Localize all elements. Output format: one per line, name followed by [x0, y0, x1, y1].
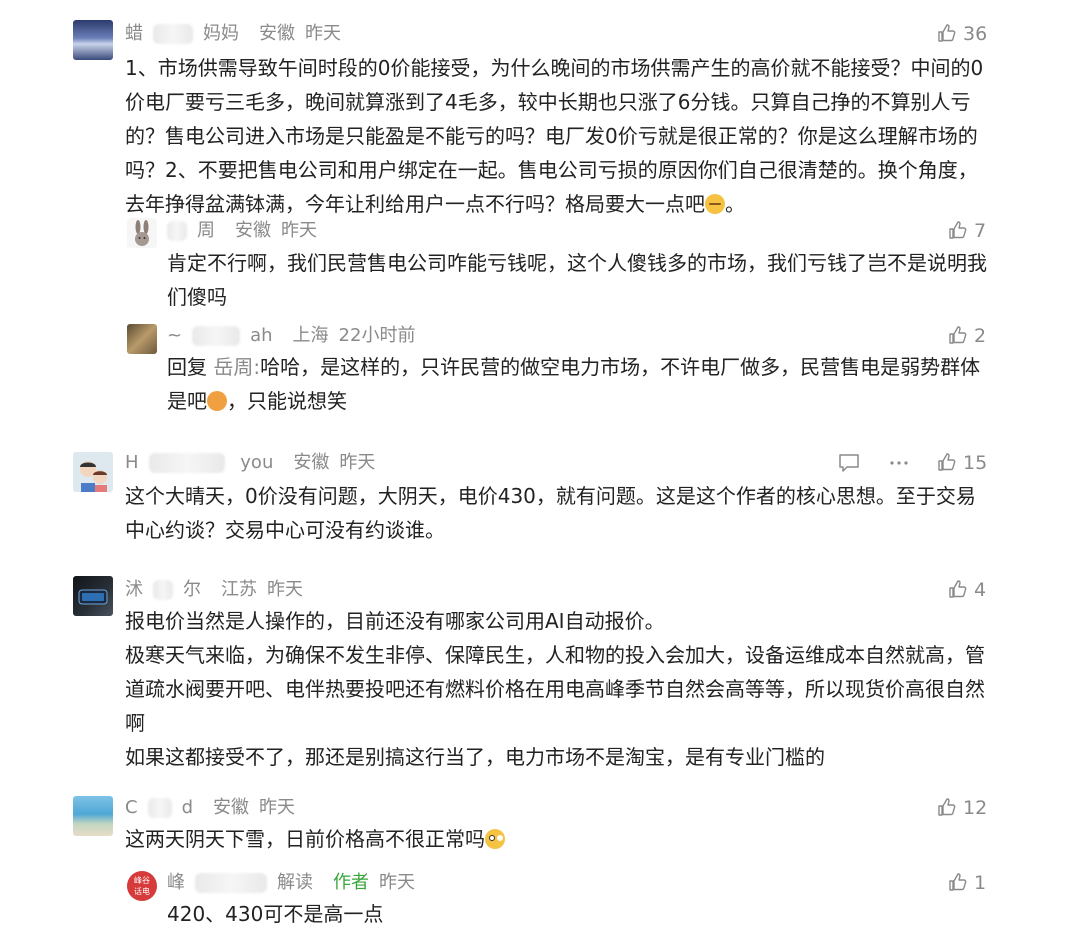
relieved-emoji-icon: [705, 194, 725, 214]
more-icon: [890, 461, 908, 465]
username[interactable]: 蜡妈妈: [125, 23, 249, 44]
avatar[interactable]: [73, 576, 113, 616]
more-button[interactable]: [888, 453, 910, 477]
reply-meta: 周安徽 昨天: [167, 219, 327, 243]
like-count: 15: [963, 452, 988, 474]
comment-meta: 沭尔江苏 昨天: [125, 578, 313, 602]
location: 安徽: [235, 220, 271, 241]
avatar-text-top: 峰谷: [134, 876, 150, 885]
like-count: 4: [974, 579, 987, 601]
rabbit-icon: [135, 220, 149, 246]
thumbs-up-icon: [938, 798, 956, 816]
comment-meta: Cd 安徽 昨天: [125, 796, 305, 820]
timestamp: 昨天: [259, 797, 296, 818]
like-button[interactable]: 7: [948, 219, 986, 243]
thumbs-up-icon: [949, 326, 967, 344]
comment-text: 报电价当然是人操作的，目前还没有哪家公司用AI自动报价。 极寒天气来临，为确保不…: [125, 604, 985, 774]
like-count: 7: [974, 220, 987, 242]
location: 安徽: [259, 23, 295, 44]
like-button[interactable]: 2: [948, 324, 986, 348]
username[interactable]: 沭尔: [125, 579, 211, 600]
author-avatar[interactable]: 峰谷 话电: [127, 871, 157, 901]
comment-meta: H you 安徽 昨天: [125, 451, 385, 475]
comment-text: 这两天阴天下雪，日前价格高不很正常吗: [125, 822, 985, 856]
like-button[interactable]: 12: [937, 796, 987, 820]
avatar[interactable]: [73, 20, 113, 60]
username[interactable]: 峰解读: [167, 872, 323, 893]
like-button[interactable]: 36: [937, 22, 987, 46]
reply-meta: 峰解读 作者 昨天: [167, 871, 425, 895]
avatar[interactable]: [73, 452, 113, 492]
timestamp: 昨天: [281, 220, 317, 241]
reply-text: 420、430可不是高一点: [167, 902, 384, 926]
username[interactable]: Cd: [125, 797, 203, 818]
like-count: 12: [963, 797, 988, 819]
timestamp: 昨天: [339, 452, 376, 473]
thumbs-up-icon: [949, 873, 967, 891]
thumbs-up-icon: [949, 580, 967, 598]
like-count: 1: [974, 872, 987, 894]
cartoon-couple-icon: [80, 461, 107, 492]
reply-prefix: 回复: [167, 355, 207, 379]
username[interactable]: ~ ah: [167, 325, 283, 346]
timestamp: 22小时前: [338, 325, 416, 346]
reply-text: 肯定不行啊，我们民营售电公司咋能亏钱呢，这个人傻钱多的市场，我们亏钱了岂不是说明…: [167, 251, 987, 309]
comment-button[interactable]: [838, 453, 860, 477]
like-button[interactable]: 15: [937, 451, 987, 475]
location: 江苏: [221, 579, 257, 600]
avatar[interactable]: [127, 324, 157, 354]
author-badge: 作者: [333, 872, 369, 893]
comment-line: 如果这都接受不了，那还是别搞这行当了，电力市场不是淘宝，是有专业门槛的: [125, 745, 825, 769]
thumbs-up-icon: [949, 221, 967, 239]
reply-text: 回复 岳周:哈哈，是这样的，只许民营的做空电力市场，不许电厂做多，民营售电是弱势…: [167, 355, 981, 413]
timestamp: 昨天: [267, 579, 303, 600]
location: 安徽: [213, 797, 250, 818]
like-count: 36: [963, 23, 988, 45]
comment-icon: [839, 454, 859, 472]
comment-line: 报电价当然是人操作的，目前还没有哪家公司用AI自动报价。: [125, 609, 665, 633]
avatar[interactable]: [127, 218, 157, 248]
avatar[interactable]: [73, 796, 113, 836]
location: 上海: [292, 325, 329, 346]
reply-to-user[interactable]: 岳周:: [213, 355, 260, 379]
like-count: 2: [974, 325, 987, 347]
comment-text: 1、市场供需导致午间时段的0价能接受，为什么晚间的市场供需产生的高价就不能接受？…: [125, 56, 984, 216]
flushed-emoji-icon: [485, 829, 505, 849]
laughing-emoji-icon: [207, 391, 227, 411]
avatar-text-bottom: 话电: [134, 887, 150, 896]
phone-icon: [78, 589, 108, 605]
username[interactable]: H you: [125, 452, 283, 473]
thumbs-up-icon: [938, 24, 956, 42]
like-button[interactable]: 1: [948, 871, 986, 895]
comment-line: 极寒天气来临，为确保不发生非停、保障民生，人和物的投入会加大，设备运维成本自然就…: [125, 643, 985, 735]
timestamp: 昨天: [379, 872, 415, 893]
reply-meta: ~ ah 上海 22小时前: [167, 324, 425, 348]
thumbs-up-icon: [938, 453, 956, 471]
timestamp: 昨天: [305, 23, 341, 44]
location: 安徽: [293, 452, 330, 473]
comment-text: 这个大晴天，0价没有问题，大阴天，电价430，就有问题。这是这个作者的核心思想。…: [125, 484, 976, 542]
like-button[interactable]: 4: [948, 578, 986, 602]
username[interactable]: 周: [167, 220, 225, 241]
comment-meta: 蜡妈妈 安徽 昨天: [125, 22, 351, 46]
